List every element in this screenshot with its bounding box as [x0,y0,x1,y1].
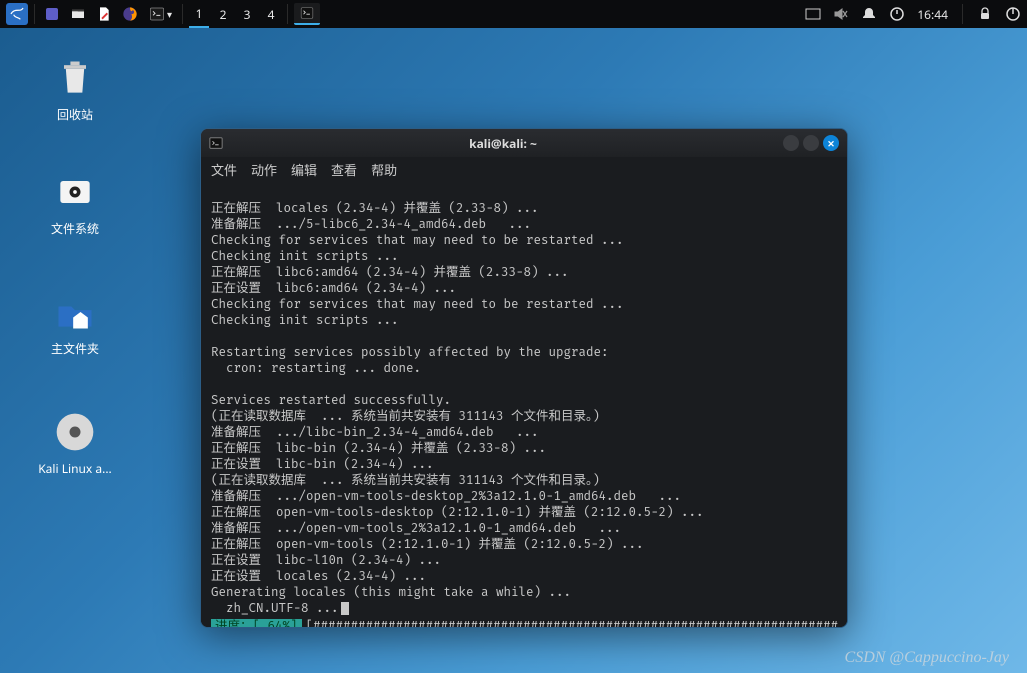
desktop-kali-app-icon[interactable]: Kali Linux a... [30,408,120,477]
desktop-icon-label: 主文件夹 [30,340,120,357]
desktop-home-icon[interactable]: 主文件夹 [30,288,120,357]
clock-text[interactable]: 16:44 [917,6,948,23]
menu-view[interactable]: 查看 [331,160,357,179]
desktop-icon-label: Kali Linux a... [30,460,120,477]
firefox-icon[interactable] [119,3,141,25]
menu-help[interactable]: 帮助 [371,160,397,179]
panel-divider [287,4,288,24]
file-manager-icon[interactable] [67,3,89,25]
chevron-down-icon[interactable]: ▾ [167,7,172,21]
terminal-line: 准备解压 .../open-vm-tools_2%3a12.1.0-1_amd6… [211,521,621,536]
terminal-line: Services restarted successfully. [211,393,451,408]
text-editor-icon[interactable] [93,3,115,25]
menu-edit[interactable]: 编辑 [291,160,317,179]
panel-divider [182,4,183,24]
desktop-trash-icon[interactable]: 回收站 [30,54,120,123]
desktop-filesystem-icon[interactable]: 文件系统 [30,168,120,237]
terminal-line: 正在设置 libc6:amd64 (2.34-4) ... [211,281,456,296]
terminal-line: 准备解压 .../5-libc6_2.34-4_amd64.deb ... [211,217,531,232]
terminal-line: cron: restarting ... done. [211,361,421,376]
terminal-line: (正在读取数据库 ... 系统当前共安装有 311143 个文件和目录。) [211,473,600,488]
terminal-line: 准备解压 .../open-vm-tools-desktop_2%3a12.1.… [211,489,681,504]
terminal-cursor [341,602,349,615]
window-maximize-button[interactable] [803,135,819,151]
progress-label: 进度：[ 64%] [211,619,302,627]
desktop[interactable]: 回收站 文件系统 主文件夹 Kali Linux a... kali@kali:… [0,28,1027,673]
terminal-line: zh_CN.UTF-8 ... [211,601,339,616]
terminal-line: Checking for services that may need to b… [211,233,624,248]
terminal-titlebar[interactable]: kali@kali: ~ [201,129,847,157]
terminal-titlebar-icon [209,136,223,150]
terminal-line: 正在解压 open-vm-tools-desktop (2:12.1.0-1) … [211,505,704,520]
taskbar-terminal-item[interactable] [294,3,320,25]
terminal-line: 正在解压 libc-bin (2.34-4) 并覆盖 (2.33-8) ... [211,441,546,456]
workspace-4[interactable]: 4 [261,2,281,27]
kali-menu-icon[interactable] [6,3,28,25]
terminal-line: 正在设置 libc-bin (2.34-4) ... [211,457,434,472]
desktop-icon-label: 回收站 [30,106,120,123]
power-icon[interactable] [889,6,905,22]
logout-icon[interactable] [1005,6,1021,22]
lock-icon[interactable] [977,6,993,22]
terminal-line: 正在解压 libc6:amd64 (2.34-4) 并覆盖 (2.33-8) .… [211,265,569,280]
terminal-line: Checking for services that may need to b… [211,297,624,312]
terminal-output[interactable]: 正在解压 locales (2.34-4) 并覆盖 (2.33-8) ... 准… [201,181,847,627]
terminal-line: Generating locales (this might take a wh… [211,585,571,600]
terminal-line: 正在设置 locales (2.34-4) ... [211,569,426,584]
progress-bar: [#######################################… [306,619,847,627]
terminal-line: 正在设置 libc-l10n (2.34-4) ... [211,553,441,568]
terminal-line: Restarting services possibly affected by… [211,345,609,360]
top-panel: ▾ 1 2 3 4 16:44 [0,0,1027,28]
window-minimize-button[interactable] [783,135,799,151]
panel-divider [962,4,963,24]
terminal-launcher-icon[interactable]: ▾ [145,3,176,25]
workspace-3[interactable]: 3 [237,2,257,27]
terminal-menubar: 文件 动作 编辑 查看 帮助 [201,157,847,181]
terminal-line: Checking init scripts ... [211,249,399,264]
progress-line: 进度：[ 64%][##############################… [211,619,837,627]
panel-divider [34,4,35,24]
audio-muted-icon[interactable] [833,6,849,22]
workspace-overview-icon[interactable] [805,6,821,22]
workspace-2[interactable]: 2 [213,2,233,27]
watermark-text: CSDN @Cappuccino-Jay [845,649,1009,667]
terminal-line: (正在读取数据库 ... 系统当前共安装有 311143 个文件和目录。) [211,409,600,424]
terminal-line: 正在解压 locales (2.34-4) 并覆盖 (2.33-8) ... [211,201,539,216]
terminal-line: 准备解压 .../libc-bin_2.34-4_amd64.deb ... [211,425,539,440]
desktop-icon-label: 文件系统 [30,220,120,237]
terminal-line: 正在解压 open-vm-tools (2:12.1.0-1) 并覆盖 (2:1… [211,537,644,552]
menu-actions[interactable]: 动作 [251,160,277,179]
workspace-1[interactable]: 1 [189,1,209,28]
terminal-title-text: kali@kali: ~ [231,135,775,152]
panel-app-icon[interactable] [41,3,63,25]
terminal-window[interactable]: kali@kali: ~ 文件 动作 编辑 查看 帮助 正在解压 locales… [200,128,848,628]
menu-file[interactable]: 文件 [211,160,237,179]
notifications-icon[interactable] [861,6,877,22]
window-close-button[interactable] [823,135,839,151]
terminal-line: Checking init scripts ... [211,313,399,328]
